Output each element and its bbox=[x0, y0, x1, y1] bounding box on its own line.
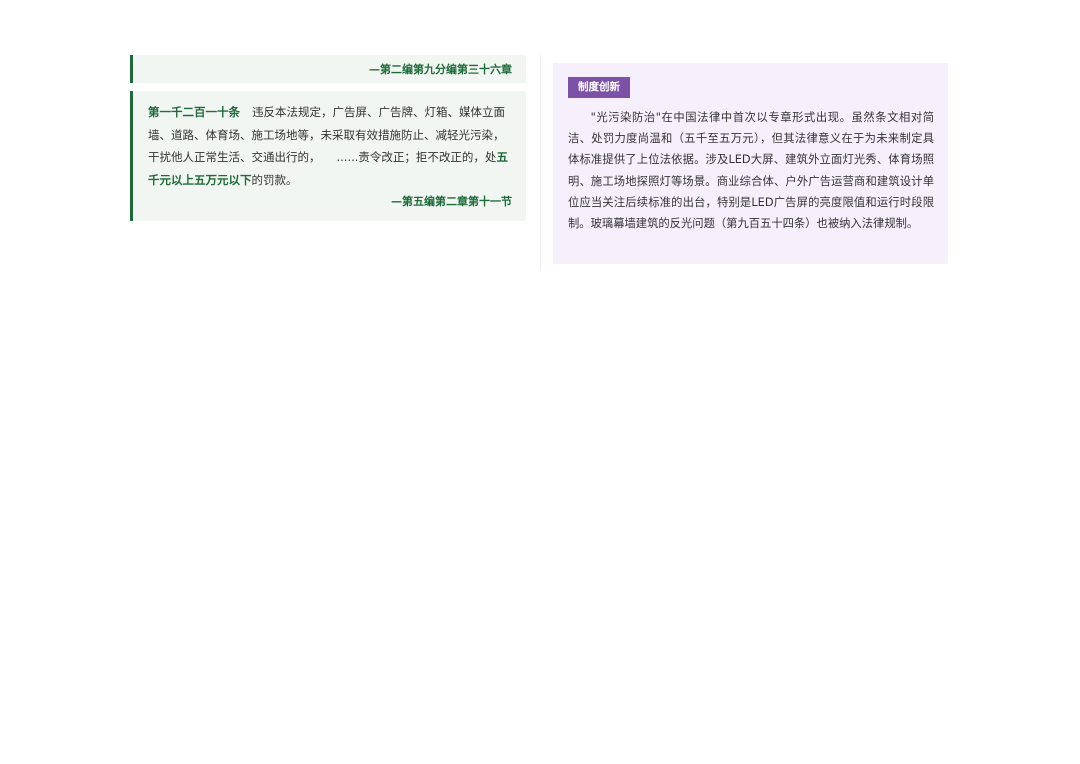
article-quote-box: 第一千二百一十条 违反本法规定，广告屏、广告牌、灯箱、媒体立面墙、道路、体育场、施… bbox=[130, 91, 526, 221]
page: —第二编第九分编第三十六章 第一千二百一十条 违反本法规定，广告屏、广告牌、灯箱、… bbox=[0, 0, 1080, 764]
commentary-paragraph: "光污染防治"在中国法律中首次以专章形式出现。虽然条文相对简洁、处罚力度尚温和（… bbox=[568, 111, 934, 231]
source-reference-top: —第二编第九分编第三十六章 bbox=[130, 55, 526, 83]
commentary-box: 制度创新 "光污染防治"在中国法律中首次以专章形式出现。虽然条文相对简洁、处罚力… bbox=[553, 63, 948, 264]
article-text: 第一千二百一十条 违反本法规定，广告屏、广告牌、灯箱、媒体立面墙、道路、体育场、施… bbox=[148, 101, 512, 191]
column-divider bbox=[540, 55, 541, 270]
article-number: 第一千二百一十条 bbox=[148, 105, 240, 119]
category-badge: 制度创新 bbox=[568, 77, 630, 98]
article-text-end: 的罚款。 bbox=[251, 172, 298, 187]
source-reference-bottom: —第五编第二章第十一节 bbox=[391, 195, 512, 208]
source-reference-top-text: —第二编第九分编第三十六章 bbox=[369, 63, 512, 76]
law-excerpt-column: —第二编第九分编第三十六章 第一千二百一十条 违反本法规定，广告屏、广告牌、灯箱、… bbox=[130, 55, 526, 221]
article-text-ellipsis: ......责令改正；拒不改正的，处 bbox=[336, 150, 497, 164]
